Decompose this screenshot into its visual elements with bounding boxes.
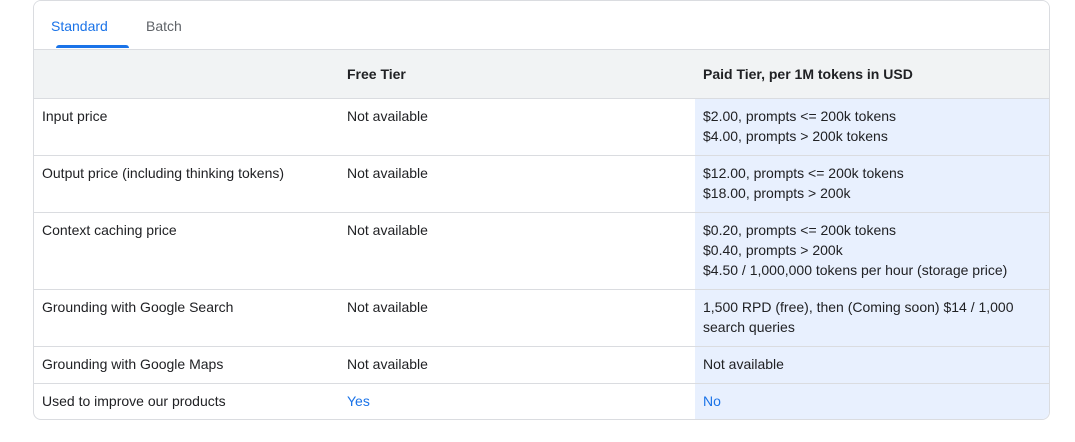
paid-tier-line: $18.00, prompts > 200k [703,184,851,201]
row-label: Output price (including thinking tokens) [34,155,339,213]
row-label: Grounding with Google Search [34,289,339,347]
paid-tier-cell: No [695,383,1049,419]
paid-tier-line: 1,500 RPD (free), then (Coming soon) $14… [703,298,1014,315]
paid-tier-cell: $12.00, prompts <= 200k tokens $18.00, p… [695,155,1049,213]
paid-tier-line: search queries [703,318,795,335]
pricing-card: Standard Batch Free Tier Paid Tier, per … [33,0,1050,420]
table-row-output-price: Output price (including thinking tokens)… [34,155,1049,213]
paid-tier-line: $0.40, prompts > 200k [703,241,843,258]
paid-tier-line: $12.00, prompts <= 200k tokens [703,164,904,181]
no-link[interactable]: No [703,391,1041,411]
paid-tier-line: $0.20, prompts <= 200k tokens [703,221,897,238]
table-row-input-price: Input price Not available $2.00, prompts… [34,98,1049,156]
table-row-used-to-improve-products: Used to improve our products Yes No [34,383,1049,419]
free-tier-cell: Not available [339,98,695,156]
row-label: Used to improve our products [42,392,226,409]
row-label: Grounding with Google Maps [34,346,339,384]
paid-tier-cell: $0.20, prompts <= 200k tokens $0.40, pro… [695,212,1049,290]
table-row-grounding-google-maps: Grounding with Google Maps Not available… [34,346,1049,384]
paid-tier-line: $2.00, prompts <= 200k tokens [703,107,897,124]
yes-link[interactable]: Yes [347,393,370,409]
free-tier-cell: Not available [339,155,695,213]
paid-tier-line: $4.00, prompts > 200k tokens [703,127,888,144]
table-header-row: Free Tier Paid Tier, per 1M tokens in US… [34,50,1049,99]
paid-tier-cell: Not available [695,346,1049,384]
tab-bar: Standard Batch [34,1,1049,50]
column-header-free-tier: Free Tier [339,50,695,99]
paid-tier-line: Not available [703,355,784,372]
table-row-grounding-google-search: Grounding with Google Search Not availab… [34,289,1049,347]
row-label: Input price [34,98,339,156]
column-header-paid-tier: Paid Tier, per 1M tokens in USD [695,50,1049,99]
pricing-table: Free Tier Paid Tier, per 1M tokens in US… [34,50,1049,419]
free-tier-cell: Not available [339,346,695,384]
free-tier-cell: Yes [339,383,695,419]
paid-tier-line: $4.50 / 1,000,000 tokens per hour (stora… [703,261,1008,278]
paid-tier-cell: 1,500 RPD (free), then (Coming soon) $14… [695,289,1049,347]
column-header-feature [34,50,339,99]
table-row-context-caching-price: Context caching price Not available $0.2… [34,212,1049,290]
paid-tier-cell: $2.00, prompts <= 200k tokens $4.00, pro… [695,98,1049,156]
free-tier-cell: Not available [339,212,695,290]
tab-standard[interactable]: Standard [51,1,129,49]
tab-batch[interactable]: Batch [146,1,206,49]
free-tier-cell: Not available [339,289,695,347]
row-label: Context caching price [34,212,339,290]
